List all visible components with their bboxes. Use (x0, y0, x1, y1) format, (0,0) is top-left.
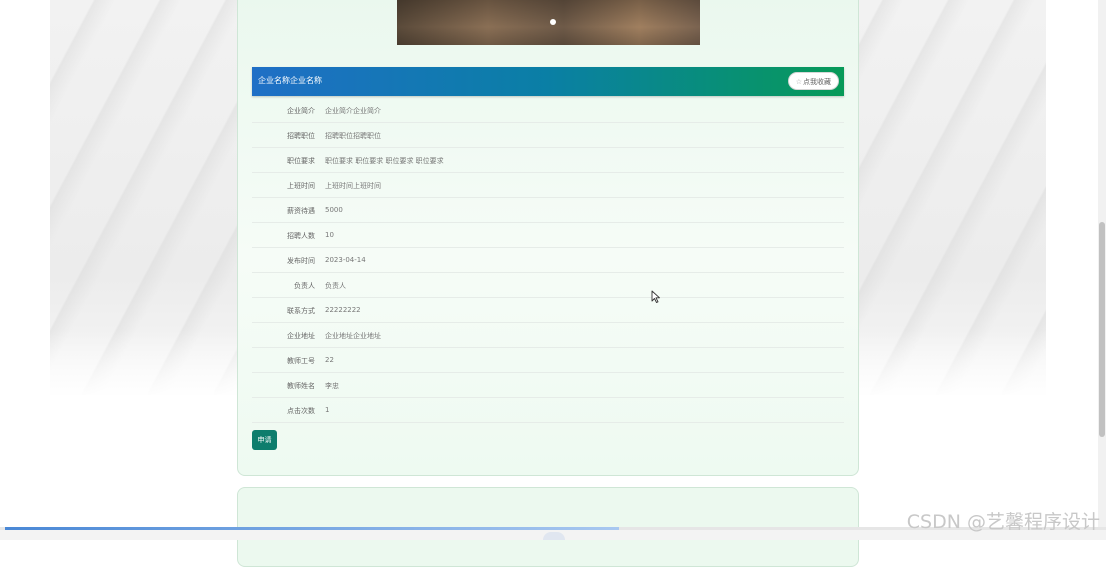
detail-row: 企业简介 企业简介企业简介 (252, 98, 844, 123)
field-label: 发布时间 (287, 257, 315, 265)
star-icon: ☆ (795, 78, 802, 86)
field-value: 22222222 (325, 306, 361, 314)
field-label: 企业简介 (287, 107, 315, 115)
carousel-shade (397, 0, 700, 45)
page-progress-fill (5, 527, 619, 530)
vertical-scrollbar[interactable] (1098, 0, 1106, 540)
field-label: 教师工号 (287, 357, 315, 365)
detail-row: 发布时间 2023-04-14 (252, 248, 844, 273)
field-label: 招聘职位 (287, 132, 315, 140)
field-value: 5000 (325, 206, 343, 214)
carousel-dot[interactable] (550, 19, 556, 25)
field-value: 负责人 (325, 282, 346, 290)
field-label: 点击次数 (287, 407, 315, 415)
detail-list: 企业简介 企业简介企业简介 招聘职位 招聘职位招聘职位 职位要求 职位要求 职位要求 … (252, 98, 844, 423)
company-title: 企业名称企业名称 (258, 76, 322, 85)
detail-row: 点击次数 1 (252, 398, 844, 423)
field-label: 招聘人数 (287, 232, 315, 240)
field-value: 2023-04-14 (325, 256, 366, 264)
scrollbar-thumb[interactable] (1099, 222, 1105, 437)
detail-row: 薪资待遇 5000 (252, 198, 844, 223)
field-value: 1 (325, 406, 330, 414)
detail-row: 招聘职位 招聘职位招聘职位 (252, 123, 844, 148)
field-value: 李忠 (325, 382, 339, 390)
detail-row: 职位要求 职位要求 职位要求 职位要求 职位要求 (252, 148, 844, 173)
watermark: CSDN @艺馨程序设计 (906, 511, 1100, 533)
detail-row: 企业地址 企业地址企业地址 (252, 323, 844, 348)
field-label: 上班时间 (287, 182, 315, 190)
field-label: 薪资待遇 (287, 207, 315, 215)
field-value: 22 (325, 356, 334, 364)
detail-row: 负责人 负责人 (252, 273, 844, 298)
field-label: 企业地址 (287, 332, 315, 340)
bottom-handle[interactable] (543, 532, 565, 540)
detail-row: 上班时间 上班时间上班时间 (252, 173, 844, 198)
field-label: 联系方式 (287, 307, 315, 315)
detail-row: 联系方式 22222222 (252, 298, 844, 323)
field-value: 10 (325, 231, 334, 239)
carousel-image[interactable] (397, 0, 700, 45)
favorite-label: 点我收藏 (803, 78, 831, 86)
field-label: 负责人 (294, 282, 315, 290)
company-header: 企业名称企业名称 ☆点我收藏 (252, 67, 844, 96)
field-value: 职位要求 职位要求 职位要求 职位要求 (325, 157, 444, 165)
field-value: 招聘职位招聘职位 (325, 132, 381, 140)
field-value: 企业简介企业简介 (325, 107, 381, 115)
field-label: 教师姓名 (287, 382, 315, 390)
detail-row: 教师工号 22 (252, 348, 844, 373)
detail-row: 教师姓名 李忠 (252, 373, 844, 398)
field-value: 上班时间上班时间 (325, 182, 381, 190)
cursor-icon (651, 290, 660, 303)
detail-row: 招聘人数 10 (252, 223, 844, 248)
favorite-button[interactable]: ☆点我收藏 (787, 72, 839, 90)
apply-button[interactable]: 申请 (252, 430, 277, 450)
field-label: 职位要求 (287, 157, 315, 165)
field-value: 企业地址企业地址 (325, 332, 381, 340)
